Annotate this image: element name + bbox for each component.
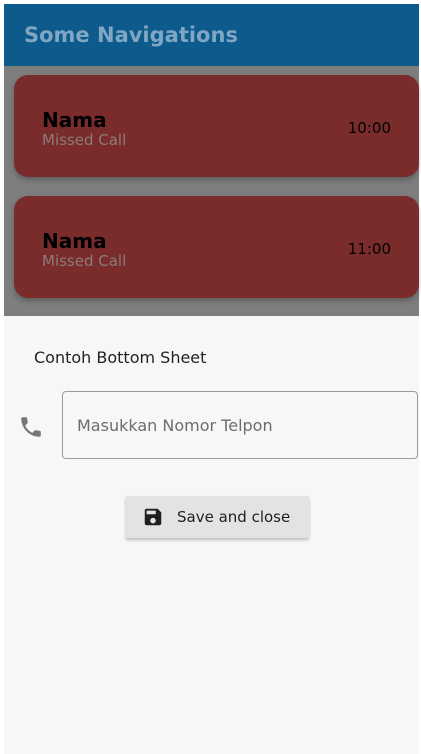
bottom-sheet: Contoh Bottom Sheet Save and close <box>4 316 419 754</box>
app-bar: Some Navigations <box>4 4 419 66</box>
save-icon <box>144 508 162 526</box>
phone-icon <box>21 417 41 437</box>
list-item-subtitle: Missed Call <box>42 131 127 149</box>
app-bar-title: Some Navigations <box>24 23 238 47</box>
list-item-time: 10:00 <box>347 119 391 137</box>
list-item-name: Nama <box>42 229 107 253</box>
list-scrim[interactable]: Nama Missed Call 10:00 Nama Missed Call … <box>4 66 419 316</box>
phone-number-input[interactable] <box>62 391 418 459</box>
save-button-label: Save and close <box>177 508 291 526</box>
list-item[interactable]: Nama Missed Call 11:00 <box>14 196 419 298</box>
bottom-sheet-title: Contoh Bottom Sheet <box>34 348 207 367</box>
list-item-time: 11:00 <box>347 240 391 258</box>
save-and-close-button[interactable]: Save and close <box>126 496 309 538</box>
list-item[interactable]: Nama Missed Call 10:00 <box>14 75 419 177</box>
list-item-name: Nama <box>42 108 107 132</box>
list-item-subtitle: Missed Call <box>42 252 127 270</box>
screen: Some Navigations Nama Missed Call 10:00 … <box>0 0 421 754</box>
